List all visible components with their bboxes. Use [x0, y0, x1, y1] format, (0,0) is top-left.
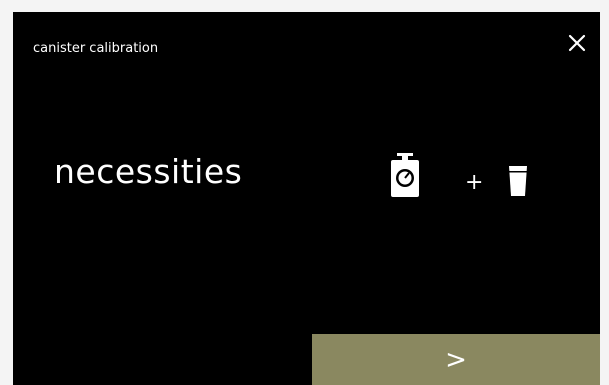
- next-button[interactable]: >: [312, 334, 600, 385]
- close-icon: [568, 34, 586, 52]
- scale-icon: [391, 153, 419, 197]
- page-title: canister calibration: [33, 41, 159, 56]
- calibration-screen: canister calibration necessities + >: [13, 12, 600, 385]
- necessities-heading: necessities: [54, 152, 243, 191]
- cup-icon: [509, 166, 527, 196]
- close-button[interactable]: [566, 32, 588, 54]
- frame-edge: [600, 0, 609, 385]
- next-arrow-label: >: [445, 344, 467, 375]
- plus-separator: +: [465, 170, 484, 195]
